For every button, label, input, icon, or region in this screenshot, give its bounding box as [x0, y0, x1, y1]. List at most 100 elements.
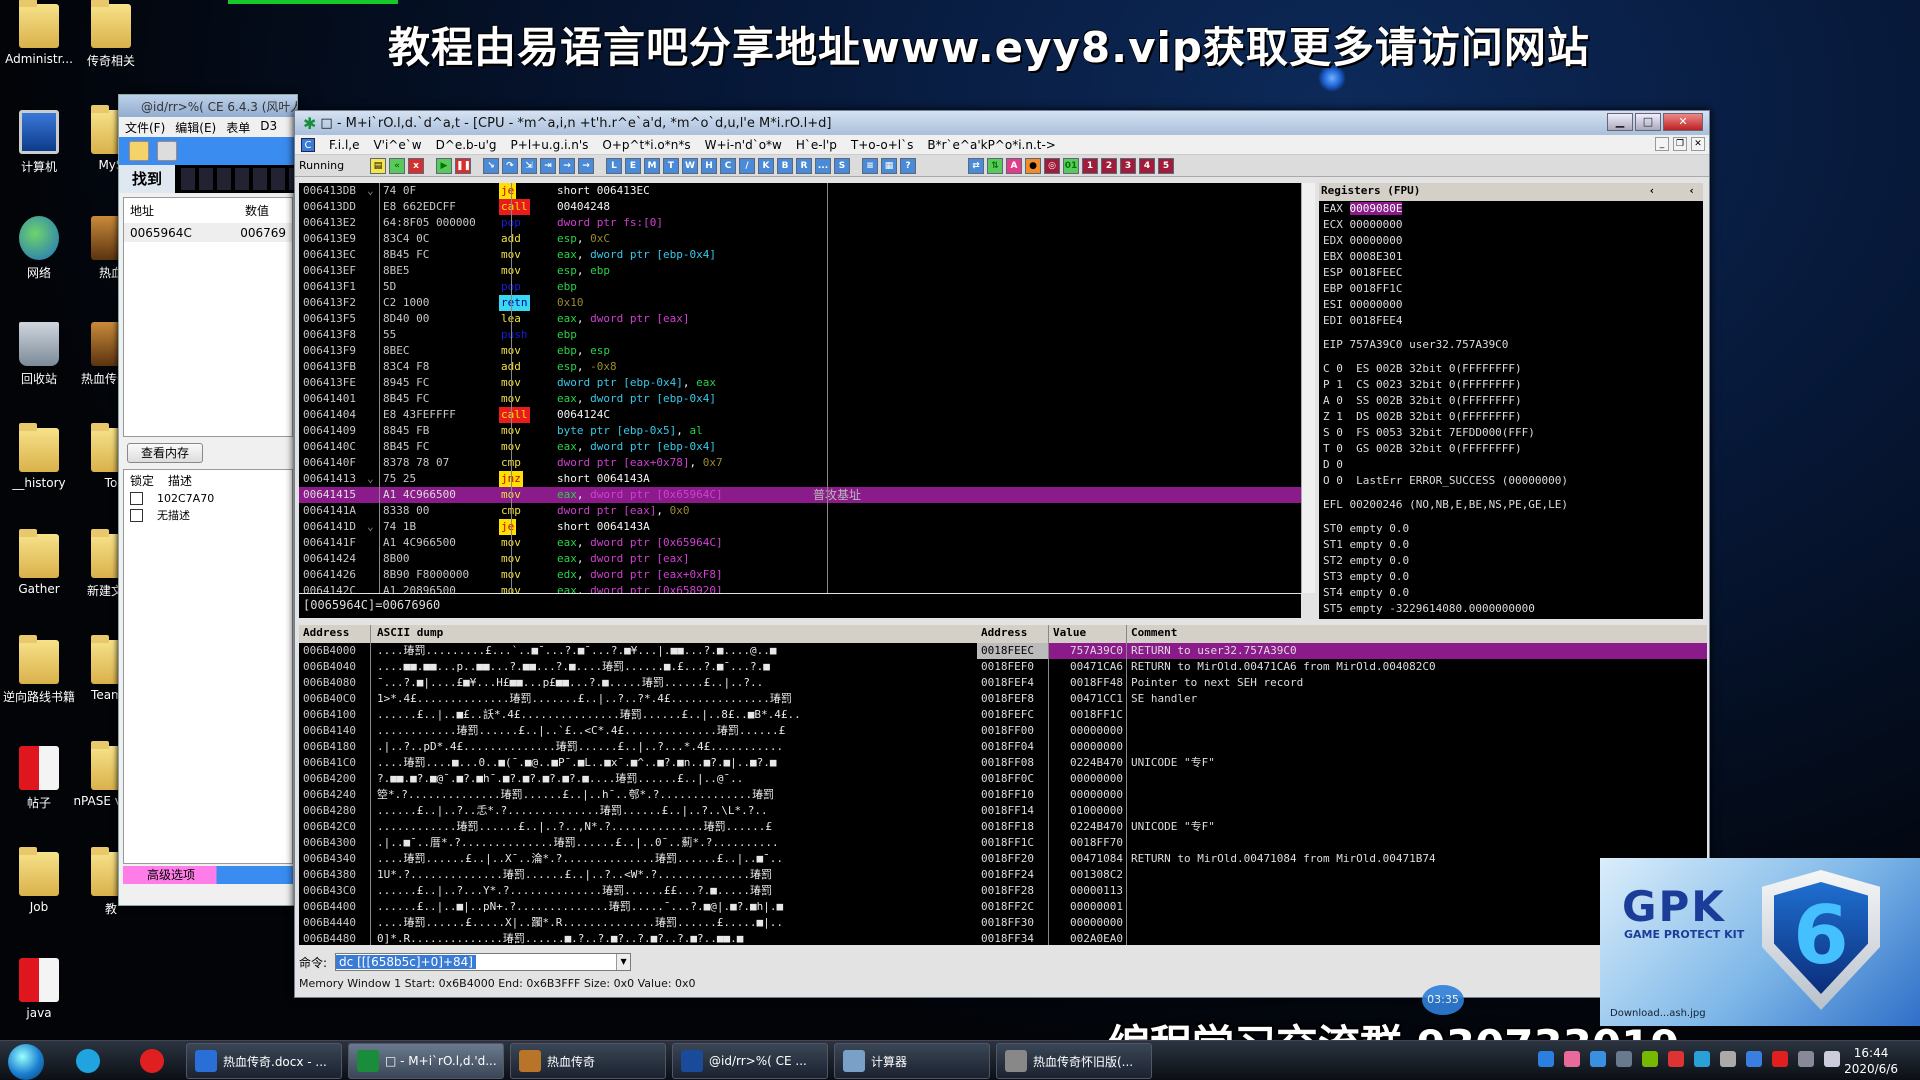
register-value[interactable]: 0018FEEC: [1350, 266, 1403, 279]
flag-segment-row[interactable]: C 0 ES 002B 32bit 0(FFFFFFFF): [1323, 361, 1703, 377]
desktop-icon[interactable]: java: [0, 958, 78, 1020]
disasm-row[interactable]: 006413F5 8D40 00 leaeax, dword ptr [eax]: [299, 311, 1301, 327]
window-button-slash[interactable]: /: [739, 157, 755, 174]
record-icon[interactable]: ●: [1025, 157, 1041, 174]
dump-row[interactable]: 006B4440 ....瑃罰......£.....X|..躙*.R......…: [299, 915, 979, 931]
trace-into-icon[interactable]: ⇲: [521, 157, 537, 174]
disasm-row[interactable]: 0064141D ⌄ 74 1B je short 0064143A: [299, 519, 1301, 535]
debugger-window[interactable]: ✱ □ - M+i`rO.l,d.`d^a,t - [CPU - *m^a,i,…: [294, 110, 1710, 998]
dump-row[interactable]: 006B4080 ¯...?.■|....£■¥...H£■■...p£■■...…: [299, 675, 979, 691]
flag-segment-row[interactable]: P 1 CS 0023 32bit 0(FFFFFFFF): [1323, 377, 1703, 393]
fpu-row[interactable]: ST0 empty 0.0: [1323, 521, 1703, 537]
register-row[interactable]: EBX 0008E301: [1323, 249, 1703, 265]
bookmark-button-5[interactable]: 5: [1158, 157, 1174, 174]
stack-row[interactable]: 0018FF00 00000000: [977, 723, 1707, 739]
close-button[interactable]: ✕: [1663, 113, 1703, 131]
register-value[interactable]: 00000000: [1350, 218, 1403, 231]
stack-row[interactable]: 0018FF0C 00000000: [977, 771, 1707, 787]
stack-row[interactable]: 0018FF10 00000000: [977, 787, 1707, 803]
menu-view[interactable]: V'i^e`w: [373, 138, 421, 152]
stack-row[interactable]: 0018FF24 001308C2: [977, 867, 1707, 883]
stack-col-comment[interactable]: Comment: [1127, 625, 1177, 643]
menu-window[interactable]: W+i-n'd`o*w: [705, 138, 782, 152]
dump-row[interactable]: 006B4240 箜*.?..............瑃罰......£..|..…: [299, 787, 979, 803]
menu-options[interactable]: O+p^t*i.o*n*s: [602, 138, 690, 152]
stack-row[interactable]: 0018FF30 00000000: [977, 915, 1707, 931]
ce-address-table[interactable]: 锁定 描述 102C7A70 无描述: [123, 469, 293, 864]
table-row[interactable]: 102C7A70: [124, 491, 292, 506]
open-folder-icon[interactable]: [129, 141, 149, 161]
dump-col-ascii[interactable]: ASCII dump: [371, 625, 443, 643]
taskbar-button[interactable]: 热血传奇.docx - ...: [186, 1043, 342, 1079]
mdi-close-button[interactable]: ✕: [1691, 137, 1705, 151]
dump-row[interactable]: 006B4300 .|..■¯..厝*.?..............瑃罰....…: [299, 835, 979, 851]
stack-row[interactable]: 0018FF14 01000000: [977, 803, 1707, 819]
efl-row[interactable]: EFL 00200246 (NO,NB,E,BE,NS,PE,GE,LE): [1323, 497, 1703, 513]
window-button-r[interactable]: R: [796, 157, 812, 174]
chevron-down-icon[interactable]: ▼: [616, 954, 631, 970]
dump-row[interactable]: 006B4400 ......£..|..■|..pN+.?...........…: [299, 899, 979, 915]
disasm-row[interactable]: 00641404 E8 43FEFFFF call 0064124C: [299, 407, 1301, 423]
bookmark-button-3[interactable]: 3: [1120, 157, 1136, 174]
run-icon[interactable]: ▶: [436, 157, 452, 174]
ce-result-list[interactable]: 地址 数值 0065964C 006769: [123, 197, 293, 437]
col-desc[interactable]: 描述: [168, 472, 192, 489]
tray-qq-icon[interactable]: [1772, 1051, 1788, 1067]
fpu-row[interactable]: ST3 empty 0.0: [1323, 569, 1703, 585]
disasm-row[interactable]: 00641424 8B00 moveax, dword ptr [eax]: [299, 551, 1301, 567]
disasm-row[interactable]: 00641409 8845 FB movbyte ptr [ebp-0x5], al: [299, 423, 1301, 439]
disasm-row[interactable]: 006413DD E8 662EDCFF call 00404248: [299, 199, 1301, 215]
stack-row[interactable]: 0018FF18 0224B470 UNICODE "专F": [977, 819, 1707, 835]
advanced-options-button[interactable]: 高级选项: [123, 866, 293, 884]
disasm-row[interactable]: 006413FB 83C4 F8 addesp, -0x8: [299, 359, 1301, 375]
disasm-row[interactable]: 006413EC 8B45 FC moveax, dword ptr [ebp-0x…: [299, 247, 1301, 263]
window-button-b[interactable]: B: [777, 157, 793, 174]
menu-file[interactable]: F.i.l,e: [329, 138, 359, 152]
bookmark-button-1[interactable]: 1: [1082, 157, 1098, 174]
menu-breakpoint[interactable]: B*r`e^a'kP^o*i.n.t->: [927, 138, 1056, 152]
register-row[interactable]: ECX 00000000: [1323, 217, 1703, 233]
tray-window-icon[interactable]: [1616, 1051, 1632, 1067]
disassembly-scrollbar[interactable]: [1301, 183, 1315, 593]
menu-tools[interactable]: T+o-o+l`s: [851, 138, 913, 152]
clock[interactable]: 16:44 2020/6/6: [1844, 1045, 1898, 1077]
fpu-row[interactable]: ST1 empty 0.0: [1323, 537, 1703, 553]
fpu-row[interactable]: ST5 empty -3229614080.0000000000: [1323, 601, 1703, 617]
start-button[interactable]: [8, 1044, 44, 1080]
lock-checkbox[interactable]: [130, 508, 143, 522]
col-value[interactable]: 数值: [245, 202, 269, 219]
disasm-row[interactable]: 006413F9 8BEC movebp, esp: [299, 343, 1301, 359]
window-button-c[interactable]: C: [720, 157, 736, 174]
stack-row[interactable]: 0018FF1C 0018FF70: [977, 835, 1707, 851]
cpu-window-icon[interactable]: C: [301, 137, 315, 152]
disasm-row[interactable]: 006413F1 5D popebp: [299, 279, 1301, 295]
qq-penguin-icon[interactable]: [140, 1049, 164, 1073]
dump-row[interactable]: 006B4140 ............瑃罰......£..|..`£..<C…: [299, 723, 979, 739]
stack-row[interactable]: 0018FF08 0224B470 UNICODE "专F": [977, 755, 1707, 771]
flag-segment-row[interactable]: Z 1 DS 002B 32bit 0(FFFFFFFF): [1323, 409, 1703, 425]
result-row[interactable]: 0065964C 006769: [124, 224, 292, 242]
window-button-dots[interactable]: ...: [815, 157, 831, 174]
col-address[interactable]: 地址: [130, 202, 245, 219]
network-icon[interactable]: [1798, 1051, 1814, 1067]
stack-col-address[interactable]: Address: [977, 625, 1049, 643]
stack-pane[interactable]: Address Value Comment 0018FEEC 757A39C0 RE…: [977, 625, 1707, 945]
disasm-row[interactable]: 006413DB ⌄ 74 0F je short 006413EC: [299, 183, 1301, 199]
window-button-t[interactable]: T: [663, 157, 679, 174]
save-disk-icon[interactable]: [157, 141, 177, 161]
menu-help[interactable]: H`e-l'p: [796, 138, 837, 152]
ce-menu-table[interactable]: 表单: [226, 119, 250, 135]
desktop-icon[interactable]: Job: [0, 847, 78, 914]
menu-debug[interactable]: D^e.b-u'g: [436, 138, 497, 152]
dump-col-address[interactable]: Address: [299, 625, 371, 643]
view-memory-button[interactable]: 查看内存: [127, 443, 203, 463]
taskbar-button[interactable]: 计算器: [834, 1043, 990, 1079]
flag-segment-row[interactable]: A 0 SS 002B 32bit 0(FFFFFFFF): [1323, 393, 1703, 409]
flag-segment-row[interactable]: S 0 FS 0053 32bit 7EFDD000(FFF): [1323, 425, 1703, 441]
dump-row[interactable]: 006B4100 ......£..|..■£..訞*.4£...........…: [299, 707, 979, 723]
lock-checkbox[interactable]: [130, 492, 143, 505]
swap-icon[interactable]: ⇄: [968, 157, 984, 174]
rewind-icon[interactable]: «: [389, 157, 405, 174]
dump-row[interactable]: 006B43C0 ......£..|..?...Y*.?............…: [299, 883, 979, 899]
fpu-row[interactable]: ST4 empty 0.0: [1323, 585, 1703, 601]
